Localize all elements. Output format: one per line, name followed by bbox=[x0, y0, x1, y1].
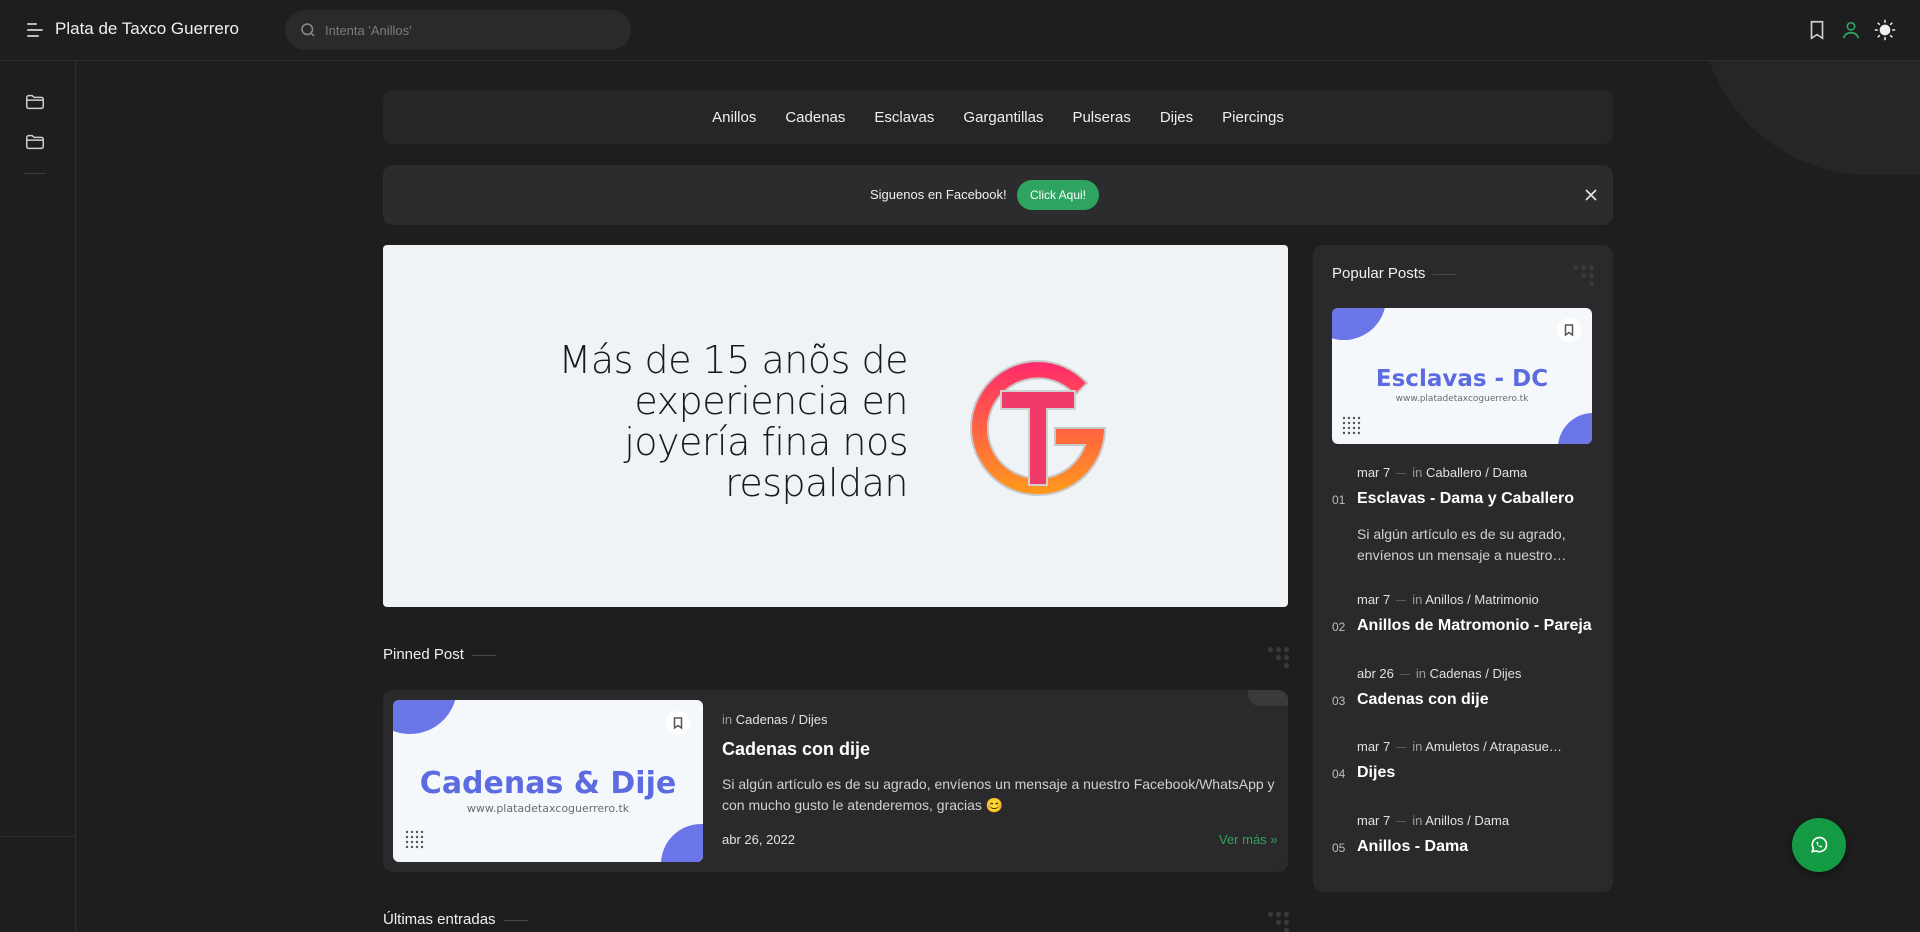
pinned-snippet: Si algún artículo es de su agrado, envíe… bbox=[722, 776, 1275, 813]
popular-title-label: Popular Posts bbox=[1332, 265, 1426, 282]
popular-posts-widget: Popular Posts Esclavas - DC www.platadet… bbox=[1313, 245, 1613, 892]
meta-in-label: in bbox=[1412, 813, 1423, 828]
post-category-link[interactable]: Caballero / Dama bbox=[1426, 465, 1527, 480]
top-header: Plata de Taxco Guerrero bbox=[0, 0, 1920, 61]
post-rank: 02 bbox=[1332, 620, 1346, 634]
post-date: mar 7 bbox=[1357, 813, 1391, 828]
meta-in-label: in bbox=[1412, 465, 1423, 480]
nav-link-pulseras[interactable]: Pulseras bbox=[1058, 109, 1145, 126]
search-icon bbox=[301, 23, 315, 37]
pinned-thumbnail[interactable]: Cadenas & Dije www.platadetaxcoguerrero.… bbox=[393, 700, 703, 862]
post-snippet: Si algún artículo es de su agrado, envíe… bbox=[1357, 526, 1567, 563]
bookmark-icon[interactable] bbox=[1806, 19, 1828, 41]
popular-title: Popular Posts bbox=[1332, 265, 1458, 282]
search-box[interactable] bbox=[285, 10, 631, 50]
tg-logo-icon bbox=[970, 359, 1107, 496]
whatsapp-icon bbox=[1811, 836, 1828, 853]
left-rail bbox=[0, 61, 76, 932]
nav-link-dijes[interactable]: Dijes bbox=[1145, 109, 1207, 126]
meta-in-label: in bbox=[1412, 592, 1423, 607]
latest-section-label: Últimas entradas bbox=[383, 911, 496, 928]
close-icon[interactable] bbox=[1583, 187, 1599, 203]
pinned-post-card: Cadenas & Dije www.platadetaxcoguerrero.… bbox=[383, 690, 1288, 872]
pinned-meta: in Cadenas / Dijes bbox=[722, 712, 828, 727]
whatsapp-button[interactable] bbox=[1792, 818, 1846, 872]
dots-grid-icon bbox=[1268, 647, 1290, 669]
pinned-category-link[interactable]: Cadenas / Dijes bbox=[736, 712, 828, 727]
nav-link-piercings[interactable]: Piercings bbox=[1208, 109, 1299, 126]
post-title-link[interactable]: Anillos de Matromonio - Pareja bbox=[1357, 617, 1592, 635]
folder-icon[interactable] bbox=[24, 91, 46, 113]
rail-bottom-divider bbox=[0, 836, 76, 837]
nav-link-esclavas[interactable]: Esclavas bbox=[860, 109, 949, 126]
meta-in-label: in bbox=[722, 712, 733, 727]
post-date: mar 7 bbox=[1357, 592, 1391, 607]
save-bookmark-button[interactable] bbox=[1557, 318, 1581, 342]
post-meta: abr 26 in Cadenas / Dijes bbox=[1357, 666, 1521, 681]
dots-pattern-icon bbox=[1342, 416, 1361, 435]
post-title-link[interactable]: Dijes bbox=[1357, 764, 1395, 782]
post-title-link[interactable]: Esclavas - Dama y Caballero bbox=[1357, 490, 1574, 508]
post-meta: mar 7 in Anillos / Matrimonio bbox=[1357, 592, 1539, 607]
rail-divider bbox=[24, 173, 46, 174]
dots-pattern-icon bbox=[405, 830, 424, 849]
read-more-link[interactable]: Ver más » bbox=[1219, 832, 1278, 847]
meta-in-label: in bbox=[1412, 739, 1423, 754]
save-bookmark-button[interactable] bbox=[666, 711, 690, 735]
thumbnail-brand-text: Cadenas & Dije bbox=[419, 766, 677, 801]
user-icon[interactable] bbox=[1840, 19, 1862, 41]
facebook-notice: Siguenos en Facebook! Click Aqui! bbox=[383, 165, 1613, 225]
thumbnail-url-text: www.platadetaxcoguerrero.tk bbox=[1395, 394, 1529, 404]
hero-line: joyería fina nos bbox=[624, 420, 908, 464]
post-category-link[interactable]: Anillos / Dama bbox=[1425, 813, 1509, 828]
post-category-link[interactable]: Anillos / Matrimonio bbox=[1425, 592, 1538, 607]
post-rank: 03 bbox=[1332, 694, 1346, 708]
meta-in-label: in bbox=[1415, 666, 1426, 681]
post-rank: 04 bbox=[1332, 767, 1346, 781]
post-rank: 05 bbox=[1332, 841, 1346, 855]
menu-toggle-icon[interactable] bbox=[24, 20, 46, 40]
theme-toggle-icon[interactable] bbox=[1874, 19, 1896, 41]
hero-banner[interactable]: Más de 15 anõs de experiencia en joyería… bbox=[383, 245, 1288, 607]
post-category-link[interactable]: Cadenas / Dijes bbox=[1430, 666, 1522, 681]
dots-grid-icon bbox=[1268, 912, 1290, 932]
hero-line: Más de 15 anõs de bbox=[558, 338, 909, 382]
post-date: mar 7 bbox=[1357, 465, 1391, 480]
post-category-link[interactable]: Amuletos / Atrapasue… bbox=[1425, 739, 1562, 754]
card-corner-tab bbox=[1248, 690, 1288, 706]
pinned-section-title: Pinned Post bbox=[383, 646, 496, 663]
notice-cta-button[interactable]: Click Aqui! bbox=[1017, 180, 1099, 210]
folder-icon[interactable] bbox=[24, 131, 46, 153]
post-meta: mar 7 in Caballero / Dama bbox=[1357, 465, 1527, 480]
hero-line: experiencia en bbox=[634, 379, 908, 423]
pinned-date: abr 26, 2022 bbox=[722, 832, 796, 847]
popular-thumbnail[interactable]: Esclavas - DC www.platadetaxcoguerrero.t… bbox=[1332, 308, 1592, 444]
bookmark-icon bbox=[1564, 324, 1574, 337]
bookmark-icon bbox=[673, 717, 683, 730]
post-meta: mar 7 in Amuletos / Atrapasue… bbox=[1357, 739, 1562, 754]
nav-link-anillos[interactable]: Anillos bbox=[698, 109, 771, 126]
dots-grid-icon bbox=[1573, 265, 1595, 287]
notice-text: Siguenos en Facebook! bbox=[870, 187, 1007, 202]
nav-link-gargantillas[interactable]: Gargantillas bbox=[949, 109, 1058, 126]
hero-text: Más de 15 anõs de experiencia en joyería… bbox=[558, 338, 909, 505]
pinned-section-label: Pinned Post bbox=[383, 646, 464, 663]
post-title-link[interactable]: Cadenas con dije bbox=[1357, 691, 1489, 709]
hero-line: respaldan bbox=[725, 461, 908, 505]
nav-link-cadenas[interactable]: Cadenas bbox=[771, 109, 860, 126]
thumbnail-url-text: www.platadetaxcoguerrero.tk bbox=[466, 802, 630, 815]
search-input[interactable] bbox=[325, 10, 615, 50]
thumbnail-brand-text: Esclavas - DC bbox=[1375, 366, 1549, 392]
site-title[interactable]: Plata de Taxco Guerrero bbox=[55, 19, 239, 39]
post-meta: mar 7 in Anillos / Dama bbox=[1357, 813, 1509, 828]
post-date: mar 7 bbox=[1357, 739, 1391, 754]
post-date: abr 26 bbox=[1357, 666, 1394, 681]
latest-section-title: Últimas entradas bbox=[383, 911, 528, 928]
pinned-title[interactable]: Cadenas con dije bbox=[722, 739, 870, 760]
category-nav: Anillos Cadenas Esclavas Gargantillas Pu… bbox=[383, 90, 1613, 144]
post-rank: 01 bbox=[1332, 493, 1346, 507]
post-title-link[interactable]: Anillos - Dama bbox=[1357, 838, 1468, 856]
